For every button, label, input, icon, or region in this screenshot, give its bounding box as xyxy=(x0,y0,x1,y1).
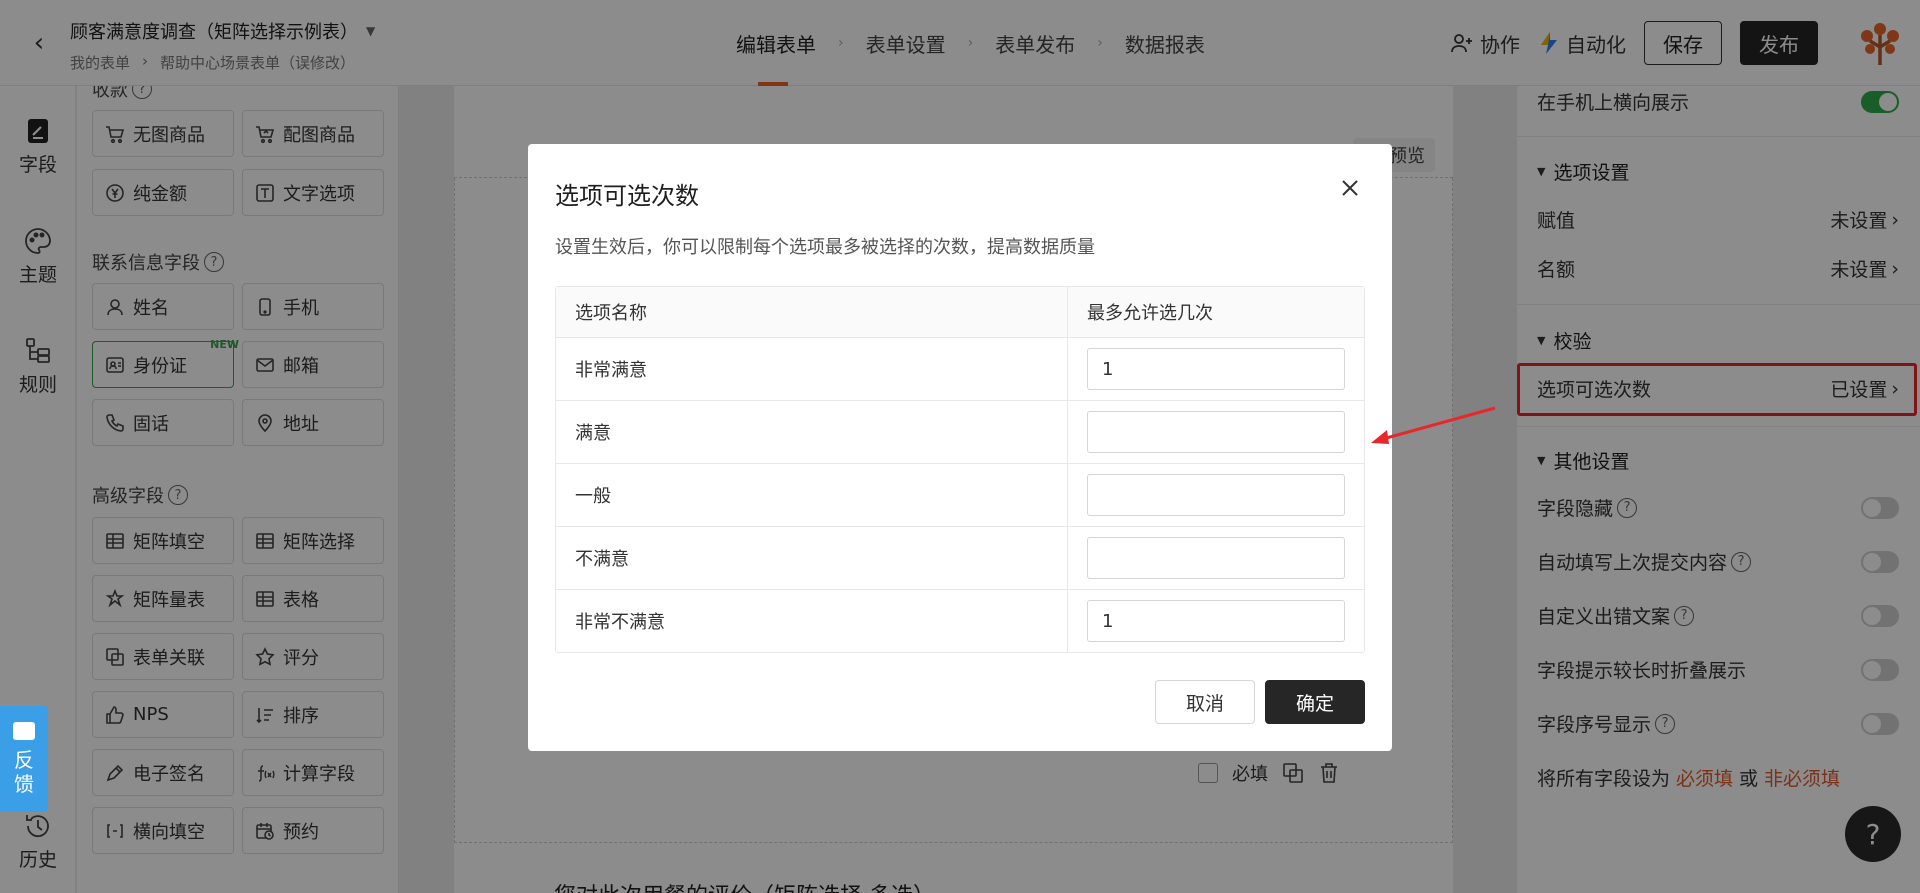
limit-cell xyxy=(1068,401,1364,463)
table-header-row: 选项名称 最多允许选几次 xyxy=(556,287,1364,337)
dialog-description: 设置生效后，你可以限制每个选项最多被选择的次数，提高数据质量 xyxy=(555,237,1095,258)
message-icon xyxy=(13,722,35,740)
option-limit-table: 选项名称 最多允许选几次 非常满意 满意 一般 不满意 非常不满意 xyxy=(555,286,1365,653)
feedback-label-2: 馈 xyxy=(14,772,34,796)
limit-input[interactable] xyxy=(1087,600,1345,642)
limit-input[interactable] xyxy=(1087,348,1345,390)
feedback-tab[interactable]: 反 馈 xyxy=(0,706,48,812)
table-row: 不满意 xyxy=(556,526,1364,589)
col-max-times: 最多允许选几次 xyxy=(1087,303,1213,324)
cancel-button[interactable]: 取消 xyxy=(1154,680,1255,724)
table-row: 非常满意 xyxy=(556,337,1364,400)
arrow-annotation-icon xyxy=(1371,406,1496,444)
limit-cell xyxy=(1068,338,1364,400)
limit-input[interactable] xyxy=(1087,537,1345,579)
option-limit-dialog: 选项可选次数 设置生效后，你可以限制每个选项最多被选择的次数，提高数据质量 选项… xyxy=(528,144,1392,751)
table-row: 一般 xyxy=(556,463,1364,526)
limit-input[interactable] xyxy=(1087,474,1345,516)
option-name: 非常满意 xyxy=(556,338,1068,400)
col-option-name: 选项名称 xyxy=(556,287,1068,337)
option-name: 不满意 xyxy=(556,527,1068,589)
dialog-actions: 取消 确定 xyxy=(1154,680,1365,724)
limit-cell xyxy=(1068,590,1364,652)
limit-cell xyxy=(1068,527,1364,589)
table-row: 非常不满意 xyxy=(556,589,1364,652)
close-icon[interactable] xyxy=(1336,174,1364,202)
option-name: 满意 xyxy=(556,401,1068,463)
limit-input[interactable] xyxy=(1087,411,1345,453)
dialog-title: 选项可选次数 xyxy=(555,182,699,210)
feedback-label-1: 反 xyxy=(14,748,34,772)
confirm-button[interactable]: 确定 xyxy=(1264,680,1365,724)
option-name: 非常不满意 xyxy=(556,590,1068,652)
option-name: 一般 xyxy=(556,464,1068,526)
limit-cell xyxy=(1068,464,1364,526)
table-row: 满意 xyxy=(556,400,1364,463)
